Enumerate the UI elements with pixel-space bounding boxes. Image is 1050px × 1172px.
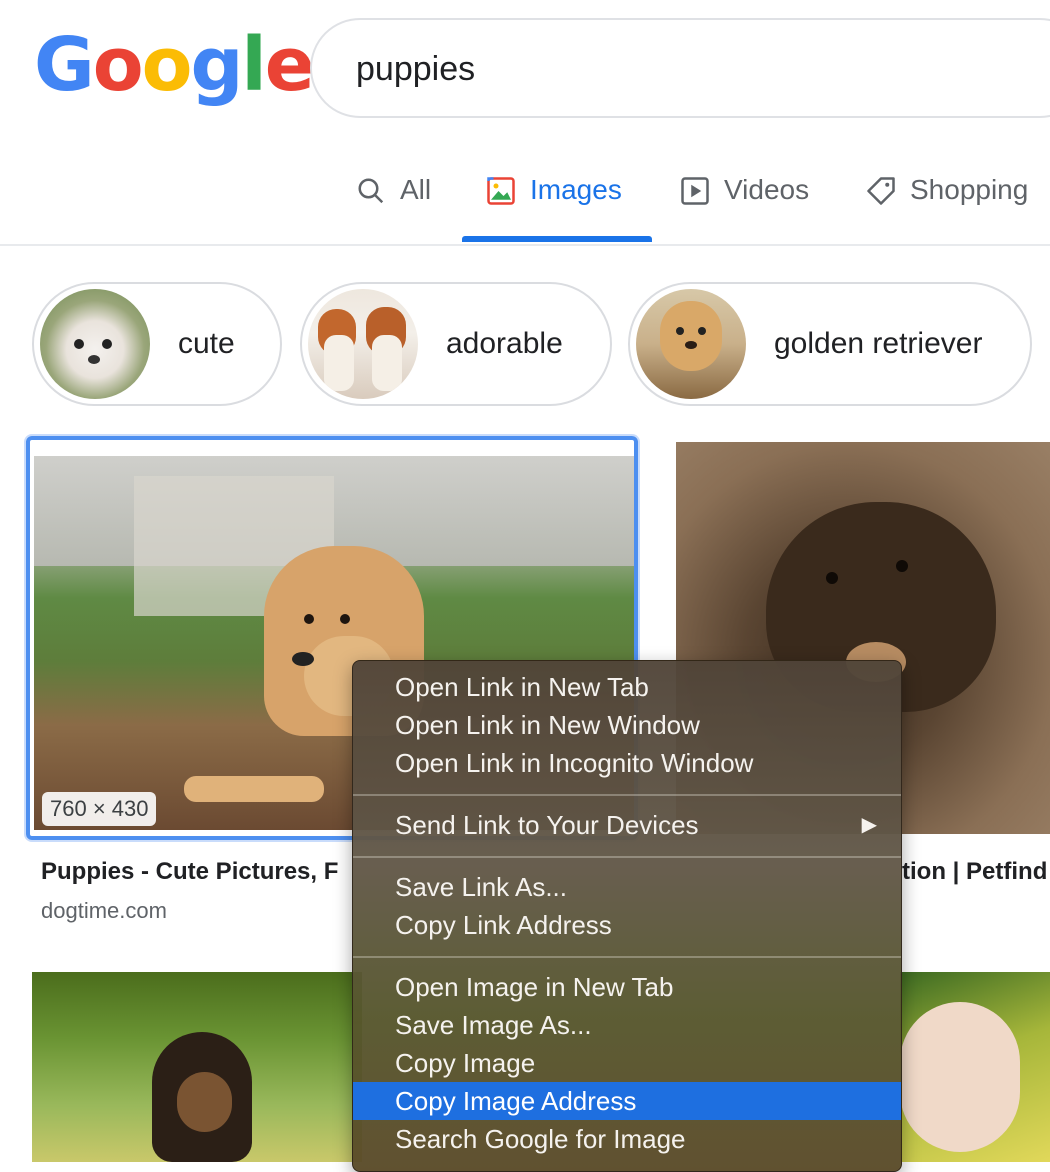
tab-label: All [400,174,432,205]
chip-thumbnail [636,289,746,399]
result-site[interactable]: dogtime.com [41,898,167,924]
menu-item-label: Search Google for Image [395,1124,686,1154]
menu-item-copy-link-address[interactable]: Copy Link Address [353,906,901,944]
menu-item-open-image-new-tab[interactable]: Open Image in New Tab [353,968,901,1006]
menu-item-label: Send Link to Your Devices [395,810,699,840]
menu-item-label: Save Image As... [395,1010,592,1040]
google-logo[interactable]: Google [34,28,315,102]
menu-item-copy-image-address[interactable]: Copy Image Address [353,1082,901,1120]
menu-item-copy-image[interactable]: Copy Image [353,1044,901,1082]
logo-letter: g [190,22,243,108]
chip-thumbnail [40,289,150,399]
tab-videos[interactable]: Videos [680,174,809,238]
menu-item-label: Open Link in New Window [395,710,700,740]
chip-label: adorable [446,327,563,360]
menu-item-label: Save Link As... [395,872,567,902]
tab-label: Images [530,174,622,205]
image-icon [487,177,515,205]
chip-cute[interactable]: cute [32,282,282,406]
logo-letter: o [92,22,144,108]
menu-item-search-google-for-image[interactable]: Search Google for Image [353,1120,901,1158]
menu-item-open-link-new-window[interactable]: Open Link in New Window [353,706,901,744]
result-title[interactable]: tion | Petfind [902,858,1047,886]
tab-label: Videos [724,174,810,205]
logo-letter: G [34,22,95,108]
search-icon [358,178,384,204]
active-tab-indicator [462,236,652,242]
menu-item-label: Copy Link Address [395,910,612,940]
menu-item-save-link-as[interactable]: Save Link As... [353,868,901,906]
menu-item-label: Copy Image Address [395,1086,637,1116]
menu-item-send-link-devices[interactable]: Send Link to Your Devices ▶ [353,806,901,844]
search-input[interactable]: puppies [356,50,475,89]
logo-letter: e [264,22,315,108]
logo-letter: l [241,22,266,108]
context-menu: Open Link in New Tab Open Link in New Wi… [352,660,902,1172]
chip-thumbnail [308,289,418,399]
menu-item-label: Open Link in New Tab [395,672,649,702]
chip-golden-retriever[interactable]: golden retriever [628,282,1032,406]
menu-item-open-link-incognito[interactable]: Open Link in Incognito Window [353,744,901,782]
menu-item-save-image-as[interactable]: Save Image As... [353,1006,901,1044]
result-image[interactable] [32,972,362,1162]
chip-label: cute [178,327,235,360]
chip-adorable[interactable]: adorable [300,282,612,406]
menu-separator [353,856,901,858]
search-tabs: All Images Videos Shopping [0,160,1050,246]
tab-label: Shopping [910,174,1029,205]
result-title[interactable]: Puppies - Cute Pictures, F [41,858,338,886]
result-image[interactable] [900,972,1050,1162]
menu-item-label: Copy Image [395,1048,536,1078]
tab-all[interactable]: All [356,174,431,238]
tag-icon [867,177,895,205]
chip-label: golden retriever [774,327,983,360]
video-icon [681,177,709,205]
image-dimensions-badge: 760 × 430 [42,792,157,826]
menu-separator [353,956,901,958]
menu-item-open-link-new-tab[interactable]: Open Link in New Tab [353,668,901,706]
menu-item-label: Open Image in New Tab [395,972,674,1002]
menu-item-label: Open Link in Incognito Window [395,748,754,778]
menu-separator [353,794,901,796]
search-box[interactable]: puppies [310,18,1050,118]
tab-shopping[interactable]: Shopping [866,174,1028,238]
logo-letter: o [141,22,193,108]
submenu-arrow-icon: ▶ [861,814,877,836]
tab-images[interactable]: Images [486,174,622,238]
